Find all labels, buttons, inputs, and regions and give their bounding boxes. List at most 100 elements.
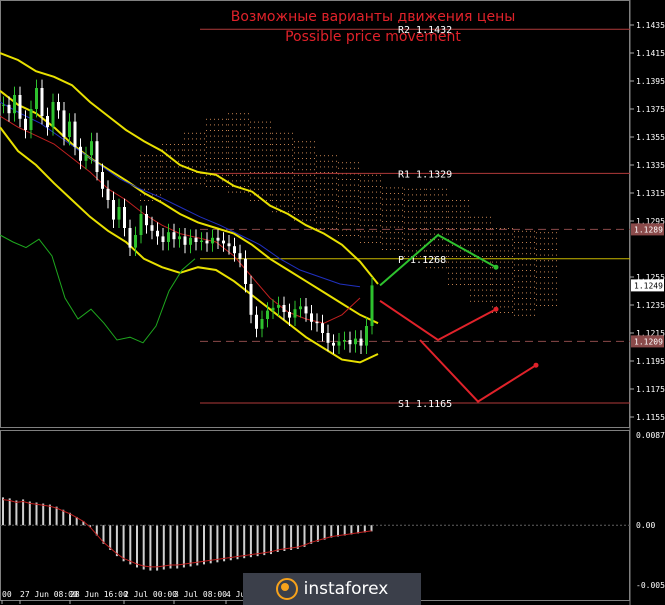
cloud-dot bbox=[420, 216, 421, 218]
cloud-dot bbox=[508, 267, 509, 269]
cloud-dot bbox=[248, 130, 249, 131]
candle-body bbox=[249, 284, 253, 315]
cloud-dot bbox=[174, 188, 175, 190]
cloud-dot bbox=[272, 155, 273, 157]
cloud-dot bbox=[192, 155, 193, 157]
cloud-dot bbox=[262, 166, 263, 168]
cloud-dot bbox=[390, 232, 391, 234]
cloud-dot bbox=[478, 239, 479, 241]
candle-body bbox=[24, 118, 27, 130]
cloud-dot bbox=[316, 194, 317, 196]
cloud-dot bbox=[294, 174, 295, 176]
cloud-dot bbox=[254, 127, 255, 129]
cloud-dot bbox=[470, 261, 471, 263]
cloud-dot bbox=[188, 160, 189, 162]
cloud-dot bbox=[288, 138, 289, 140]
cloud-dot bbox=[210, 163, 211, 165]
cloud-dot bbox=[512, 256, 513, 257]
cloud-dot bbox=[314, 152, 315, 154]
cloud-dot bbox=[470, 228, 471, 229]
chart-subtitle: Possible price movement bbox=[285, 29, 461, 45]
cloud-dot bbox=[460, 200, 461, 201]
candle-body bbox=[216, 237, 220, 241]
cloud-dot bbox=[170, 144, 171, 145]
cloud-dot bbox=[206, 169, 207, 171]
cloud-dot bbox=[328, 194, 329, 196]
cloud-dot bbox=[228, 169, 229, 171]
cloud-dot bbox=[236, 141, 237, 143]
cloud-dot bbox=[324, 183, 325, 185]
indicator-lines bbox=[0, 52, 379, 364]
cloud-dot bbox=[518, 303, 519, 305]
cloud-dot bbox=[404, 200, 405, 201]
cloud-dot bbox=[320, 172, 321, 173]
cloud-dot bbox=[482, 284, 483, 285]
cloud-dot bbox=[548, 232, 549, 234]
cloud-dot bbox=[364, 186, 365, 187]
cloud-dot bbox=[254, 155, 255, 157]
cloud-dot bbox=[464, 222, 465, 224]
candle-body bbox=[62, 110, 66, 137]
cloud-dot bbox=[552, 282, 553, 284]
cloud-dot bbox=[398, 226, 399, 228]
cloud-dot bbox=[442, 244, 443, 246]
cloud-dot bbox=[262, 177, 263, 179]
time-tick-label: 3 Jul 08:00 bbox=[174, 590, 227, 599]
cloud-dot bbox=[430, 222, 431, 224]
cloud-dot bbox=[272, 200, 273, 201]
cloud-dot bbox=[412, 228, 413, 229]
cloud-dot bbox=[376, 186, 377, 187]
cloud-dot bbox=[358, 218, 359, 220]
cloud-dot bbox=[342, 229, 343, 231]
cloud-dot bbox=[544, 254, 545, 256]
cloud-dot bbox=[394, 243, 395, 245]
cloud-dot bbox=[438, 222, 439, 224]
cloud-dot bbox=[456, 284, 457, 285]
cloud-dot bbox=[380, 230, 381, 232]
cloud-dot bbox=[478, 278, 479, 280]
cloud-dot bbox=[492, 233, 493, 235]
cloud-dot bbox=[204, 177, 205, 179]
cloud-dot bbox=[518, 247, 519, 249]
cloud-dot bbox=[266, 194, 267, 196]
cloud-dot bbox=[166, 160, 167, 162]
cloud-dot bbox=[170, 177, 171, 179]
cloud-dot bbox=[166, 183, 167, 185]
cloud-dot bbox=[536, 260, 537, 262]
cloud-dot bbox=[556, 305, 557, 306]
cloud-dot bbox=[298, 197, 299, 199]
cloud-dot bbox=[482, 216, 483, 218]
cloud-dot bbox=[430, 250, 431, 252]
cloud-dot bbox=[298, 174, 299, 176]
oscillator-bar bbox=[276, 525, 279, 553]
cloud-dot bbox=[184, 132, 185, 134]
cloud-dot bbox=[210, 146, 211, 148]
cloud-dot bbox=[364, 236, 365, 238]
cloud-dot bbox=[292, 172, 293, 173]
cloud-dot bbox=[298, 146, 299, 148]
cloud-dot bbox=[514, 247, 515, 249]
cloud-dot bbox=[206, 130, 207, 131]
cloud-dot bbox=[508, 300, 509, 302]
candle-body bbox=[293, 309, 297, 318]
cloud-dot bbox=[360, 191, 361, 193]
cloud-dot bbox=[426, 228, 427, 229]
cloud-dot bbox=[526, 303, 527, 305]
cloud-dot bbox=[338, 167, 339, 169]
cloud-dot bbox=[214, 130, 215, 131]
cloud-dot bbox=[258, 149, 259, 151]
cloud-dot bbox=[438, 205, 439, 207]
cloud-dot bbox=[420, 239, 421, 241]
cloud-dot bbox=[222, 130, 223, 131]
cloud-dot bbox=[162, 155, 163, 157]
cloud-dot bbox=[522, 309, 523, 311]
cloud-dot bbox=[496, 278, 497, 280]
cloud-dot bbox=[178, 183, 179, 185]
cloud-dot bbox=[266, 183, 267, 185]
cloud-dot bbox=[232, 141, 233, 143]
cloud-dot bbox=[228, 174, 229, 176]
cloud-dot bbox=[272, 138, 273, 140]
cloud-dot bbox=[376, 230, 377, 232]
cloud-dot bbox=[346, 235, 347, 236]
cloud-dot bbox=[416, 250, 417, 252]
